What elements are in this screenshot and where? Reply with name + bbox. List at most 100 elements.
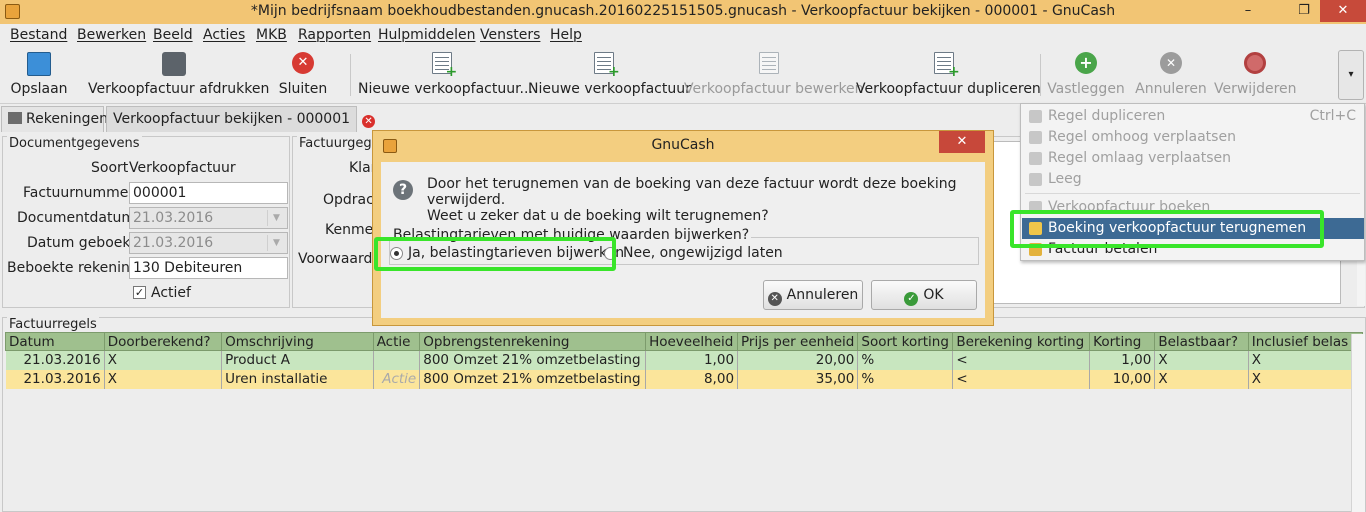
menu-help[interactable]: Help [550,27,582,43]
edit-invoice-button[interactable]: Verkoopfactuur bewerken [684,48,864,100]
active-checkbox[interactable]: ✓ [133,286,146,299]
document-details-title: Documentgegevens [7,136,142,151]
table-cell[interactable]: < [952,350,1091,370]
record-icon: + [1075,52,1097,74]
toolbar: Opslaan Verkoopfactuur afdrukken ✕ Sluit… [0,46,1366,104]
table-cell[interactable]: % [857,369,954,389]
table-cell[interactable]: Actie [373,369,421,389]
column-header[interactable]: Prijs per eenheid [737,332,859,351]
new-invoice-ellipsis-button[interactable]: + Nieuwe verkoopfactuur... [358,48,533,100]
column-header[interactable]: Actie [372,332,421,351]
table-cell[interactable]: < [952,369,1091,389]
duplicate-invoice-button[interactable]: + Verkoopfactuur dupliceren [856,48,1041,100]
table-cell[interactable]: 800 Omzet 21% omzetbelasting [419,369,647,389]
menu-item-label: Regel omlaag verplaatsen [1048,150,1231,166]
table-cell[interactable]: X [1154,350,1249,370]
print-invoice-button[interactable]: Verkoopfactuur afdrukken [88,48,269,100]
column-header[interactable]: Korting [1089,332,1156,351]
table-cell[interactable]: % [857,350,954,370]
table-cell[interactable] [373,350,421,370]
shortcut-label: Ctrl+C [1309,108,1356,124]
menu-hulpmiddelen[interactable]: Hulpmiddelen [378,27,475,43]
menu-bewerken[interactable]: Bewerken [77,27,146,43]
menu-vensters[interactable]: Vensters [480,27,540,43]
table-cell[interactable]: 21.03.2016 [5,350,105,370]
arrow-up-icon [1029,131,1042,144]
table-row[interactable]: 21.03.2016 X Product A 800 Omzet 21% omz… [5,350,1364,370]
restore-button[interactable]: ❐ [1290,0,1318,22]
window-close-button[interactable]: ✕ [1320,0,1366,22]
window-title: *Mijn bedrijfsnaam boekhoudbestanden.gnu… [250,3,1116,19]
toolbar-overflow-button[interactable]: ▾ [1338,50,1364,100]
invoice-info-title: Factuurgeg [297,136,374,151]
active-label: Actief [151,285,191,301]
column-header[interactable]: Inclusief belas [1247,332,1364,351]
table-cell[interactable]: 800 Omzet 21% omzetbelasting [419,350,647,370]
home-icon [8,112,22,124]
table-cell[interactable]: X [1248,350,1364,370]
menu-item-move-up[interactable]: Regel omhoog verplaatsen [1022,127,1364,148]
invoice-number-field[interactable]: 000001 [129,182,288,204]
table-cell[interactable]: 8,00 [645,369,739,389]
column-header[interactable]: Omschrijving [221,332,374,351]
posted-date-field[interactable]: 21.03.2016 ▼ [129,232,288,254]
table-cell[interactable]: 10,00 [1089,369,1156,389]
edit-invoice-icon [759,52,779,74]
column-header[interactable]: Datum [5,332,105,351]
table-cell[interactable]: 35,00 [737,369,859,389]
table-row[interactable]: 21.03.2016 X Uren installatie Actie 800 … [5,369,1364,389]
document-date-field[interactable]: 21.03.2016 ▼ [129,207,288,229]
tab-close-icon[interactable]: ✕ [362,115,376,128]
menu-beeld[interactable]: Beeld [153,27,193,43]
reference-label: Kenme [325,222,374,238]
menu-bestand[interactable]: Bestand [10,27,67,43]
dialog-cancel-button[interactable]: ✕ Annuleren [763,280,863,310]
table-cell[interactable]: X [104,350,223,370]
close-button[interactable]: ✕ Sluiten [276,48,330,100]
dialog-ok-button[interactable]: ✓ OK [871,280,977,310]
delete-button[interactable]: Verwijderen [1214,48,1297,100]
column-header[interactable]: Hoeveelheid [645,332,739,351]
grid-scrollbar[interactable] [1351,334,1365,512]
table-cell[interactable]: Product A [221,350,374,370]
column-header[interactable]: Opbrengstenrekening [419,332,647,351]
new-invoice-ellipsis-label: Nieuwe verkoopfactuur... [358,81,533,97]
table-cell[interactable]: 1,00 [1089,350,1156,370]
table-cell[interactable]: 1,00 [645,350,739,370]
edit-invoice-label: Verkoopfactuur bewerken [684,81,864,97]
menu-item-move-down[interactable]: Regel omlaag verplaatsen [1022,148,1364,169]
print-icon [162,52,186,76]
record-button[interactable]: + Vastleggen [1046,48,1126,100]
table-cell[interactable]: X [1154,369,1249,389]
account-label: Beboekte rekening [7,260,139,276]
table-cell[interactable]: X [104,369,223,389]
dialog-titlebar: GnuCash ✕ [373,131,993,161]
arrow-down-icon [1029,152,1042,165]
menu-rapporten[interactable]: Rapporten [298,27,371,43]
column-header[interactable]: Belastbaar? [1154,332,1249,351]
check-icon: ✓ [904,292,919,306]
table-cell[interactable]: 20,00 [737,350,859,370]
new-invoice-button[interactable]: + Nieuwe verkoopfactuur [528,48,691,100]
radio-no-label[interactable]: Nee, ongewijzigd laten [623,245,783,261]
record-label: Vastleggen [1047,81,1125,97]
table-cell[interactable]: 21.03.2016 [5,369,105,389]
tab-accounts[interactable]: Rekeningen [1,106,108,132]
cancel-toolbar-button[interactable]: ✕ Annuleren [1134,48,1208,100]
column-header[interactable]: Doorberekend? [103,332,223,351]
minimize-button[interactable]: – [1234,0,1262,22]
duplicate-invoice-label: Verkoopfactuur dupliceren [856,81,1041,97]
save-button[interactable]: Opslaan [8,48,70,100]
table-cell[interactable]: X [1248,369,1364,389]
menu-item-clear[interactable]: Leeg [1022,169,1364,190]
tab-invoice[interactable]: Verkoopfactuur bekijken - 000001 ✕ [106,106,376,132]
menu-acties[interactable]: Acties [203,27,245,43]
menu-item-duplicate-row[interactable]: Regel dupliceren Ctrl+C [1022,106,1364,127]
delete-icon [1244,52,1266,74]
dialog-close-button[interactable]: ✕ [939,131,985,153]
menu-mkb[interactable]: MKB [256,27,287,43]
posted-account-field[interactable]: 130 Debiteuren [129,257,288,279]
column-header[interactable]: Soort korting [857,332,954,351]
table-cell[interactable]: Uren installatie [221,369,374,389]
column-header[interactable]: Berekening korting [952,332,1091,351]
